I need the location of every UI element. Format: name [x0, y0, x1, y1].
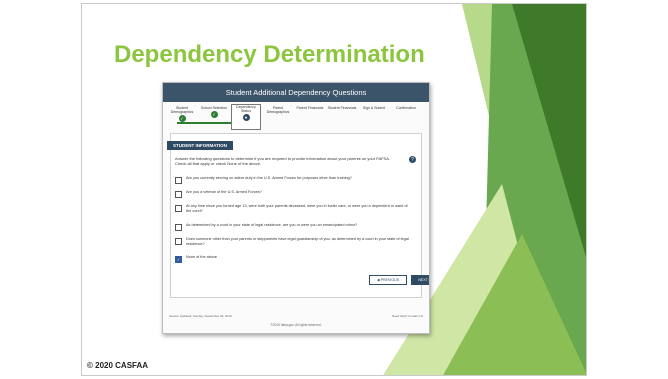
- fafsa-screenshot: Student Additional Dependency Questions …: [162, 82, 430, 334]
- section-tab: STUDENT INFORMATION: [167, 141, 233, 150]
- checkbox[interactable]: [175, 204, 182, 212]
- step-student-financials[interactable]: Student Financials: [327, 106, 357, 110]
- slide-footer: © 2020 CASFAA: [87, 361, 149, 370]
- checkbox-checked[interactable]: ✓: [175, 255, 182, 263]
- question-text: Are you currently serving on active duty…: [186, 176, 352, 180]
- check-icon: ✓: [178, 115, 186, 123]
- check-icon: ✓: [210, 111, 218, 119]
- help-icon[interactable]: ?: [409, 156, 416, 163]
- step-student-demographics[interactable]: Student Demographics ✓: [167, 106, 197, 123]
- question-text: Does someone other than your parents or …: [186, 237, 409, 246]
- question-text: At any time since you turned age 13, wer…: [186, 204, 408, 213]
- step-label: Sign & Submit: [362, 106, 386, 110]
- progress-stepper: Student Demographics ✓ School Selection …: [167, 104, 425, 130]
- screen-header: Student Additional Dependency Questions: [163, 83, 429, 102]
- step-label: Parent Demographics: [266, 106, 290, 115]
- checkbox[interactable]: [175, 237, 182, 245]
- question-veteran[interactable]: Are you a veteran of the U.S. Armed Forc…: [175, 190, 411, 198]
- question-emancipated[interactable]: As determined by a court in your state o…: [175, 223, 411, 231]
- step-label: Dependency Status: [236, 105, 256, 114]
- previous-button[interactable]: ◀ PREVIOUS: [369, 275, 407, 285]
- step-label: Confirmation: [396, 106, 416, 110]
- presentation-slide: Dependency Determination Student Additio…: [81, 3, 587, 376]
- checkbox[interactable]: [175, 223, 182, 231]
- question-text: As determined by a court in your state o…: [186, 223, 358, 227]
- help-link[interactable]: Need help? Contact Us: [392, 314, 423, 318]
- step-label: Student Demographics: [170, 106, 194, 115]
- question-text: Are you a veteran of the U.S. Armed Forc…: [186, 190, 262, 194]
- step-confirmation[interactable]: Confirmation: [391, 106, 421, 110]
- question-orphan-ward[interactable]: At any time since you turned age 13, wer…: [175, 204, 411, 214]
- step-label: School Selection: [200, 106, 228, 110]
- checkbox[interactable]: [175, 190, 182, 198]
- step-parent-financials[interactable]: Parent Financials: [295, 106, 325, 110]
- copyright-text: ©2019 fafsa.gov. All rights reserved.: [270, 323, 322, 327]
- question-none-of-the-above[interactable]: ✓ None of the above: [175, 255, 411, 263]
- step-label: Student Financials: [327, 106, 357, 110]
- checkbox[interactable]: [175, 176, 182, 184]
- section-updated-text: Section Updated: Sunday, September 29, 2…: [169, 314, 232, 318]
- arrow-right-icon: ▶: [428, 278, 430, 282]
- step-dependency-status[interactable]: Dependency Status ●: [231, 104, 261, 130]
- question-text: None of the above: [186, 255, 218, 259]
- intro-text: Answer the following questions to determ…: [175, 156, 391, 166]
- student-information-card: STUDENT INFORMATION Answer the following…: [167, 133, 429, 298]
- step-parent-demographics[interactable]: Parent Demographics: [263, 106, 293, 114]
- question-active-duty[interactable]: Are you currently serving on active duty…: [175, 176, 411, 184]
- slide-title: Dependency Determination: [114, 41, 425, 68]
- stage: Dependency Determination Student Additio…: [0, 0, 668, 379]
- step-sign-submit[interactable]: Sign & Submit: [359, 106, 389, 110]
- previous-label: PREVIOUS: [380, 278, 400, 282]
- next-button[interactable]: NEXT ▶: [411, 275, 430, 285]
- step-label: Parent Financials: [296, 106, 324, 110]
- step-school-selection[interactable]: School Selection ✓: [199, 106, 229, 119]
- next-label: NEXT: [418, 278, 428, 282]
- current-step-icon: ●: [242, 114, 250, 122]
- question-guardianship[interactable]: Does someone other than your parents or …: [175, 237, 411, 247]
